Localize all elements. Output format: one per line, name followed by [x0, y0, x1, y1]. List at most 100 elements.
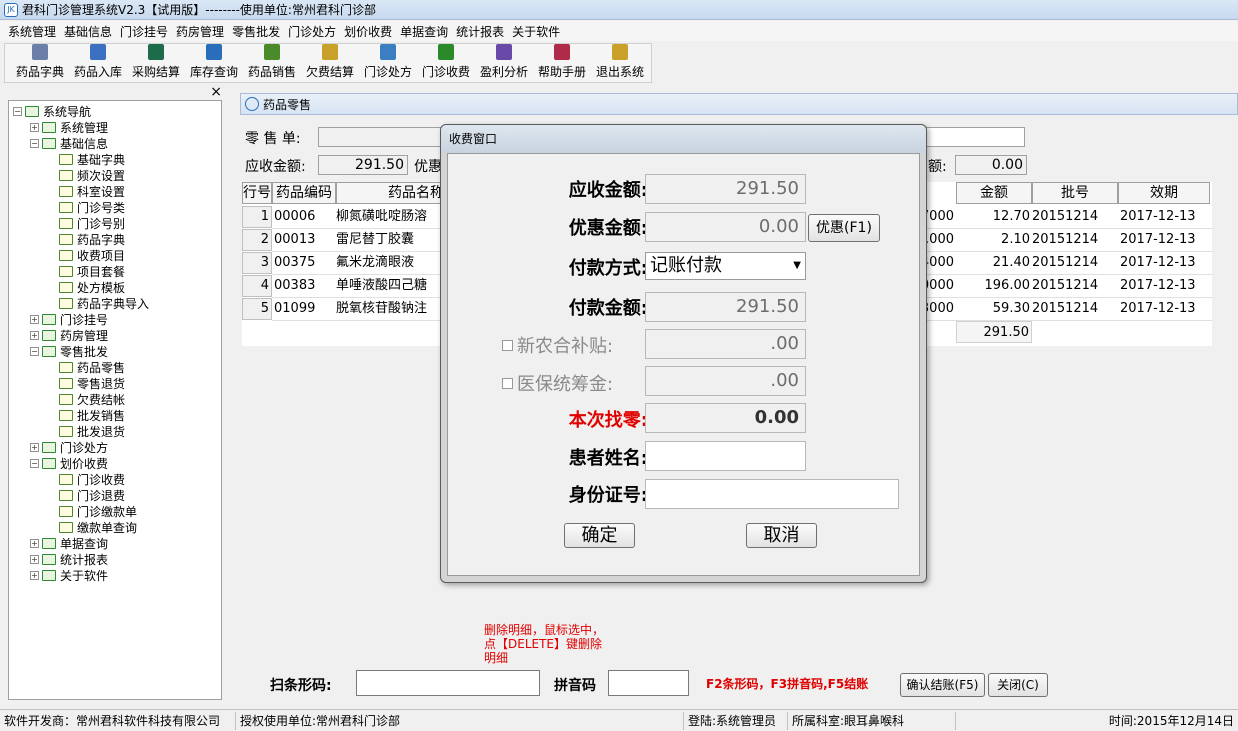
- dlg-patient-name-input[interactable]: [645, 441, 806, 471]
- grid-cell-amount[interactable]: 12.70: [956, 206, 1030, 228]
- nav-item[interactable]: + 系统管理: [9, 119, 221, 135]
- collapse-icon[interactable]: −: [30, 346, 39, 356]
- nav-item[interactable]: − 基础信息: [9, 135, 221, 151]
- grid-cell-code[interactable]: 00383: [274, 275, 334, 297]
- nav-item[interactable]: + 门诊处方: [9, 439, 221, 455]
- toolbar-button-5[interactable]: 欠费结算: [301, 44, 359, 82]
- grid-row-number[interactable]: 2: [242, 229, 272, 251]
- grid-header[interactable]: 效期: [1118, 182, 1210, 204]
- grid-cell-name[interactable]: 单唾液酸四己糖: [336, 275, 446, 297]
- grid-cell-expiry[interactable]: 2017-12-13: [1120, 229, 1210, 251]
- nav-item[interactable]: 门诊缴款单: [9, 503, 221, 519]
- nav-item[interactable]: 门诊号类: [9, 199, 221, 215]
- grid-row-number[interactable]: 4: [242, 275, 272, 297]
- toolbar-button-7[interactable]: 门诊收费: [417, 44, 475, 82]
- expand-icon[interactable]: +: [30, 314, 39, 324]
- sale-number-field[interactable]: [318, 127, 443, 147]
- expand-icon[interactable]: +: [30, 538, 39, 548]
- grid-row-number[interactable]: 5: [242, 298, 272, 320]
- toolbar-button-3[interactable]: 库存查询: [185, 44, 243, 82]
- nav-item[interactable]: 零售退货: [9, 375, 221, 391]
- nav-item[interactable]: 门诊收费: [9, 471, 221, 487]
- menu-item-7[interactable]: 单据查询: [396, 23, 452, 40]
- grid-cell-expiry[interactable]: 2017-12-13: [1120, 206, 1210, 228]
- nav-item[interactable]: 药品零售: [9, 359, 221, 375]
- grid-cell-batch[interactable]: 20151214: [1032, 206, 1118, 228]
- toolbar-button-1[interactable]: 药品入库: [69, 44, 127, 82]
- nav-item[interactable]: 欠费结帐: [9, 391, 221, 407]
- expand-icon[interactable]: +: [30, 442, 39, 452]
- menu-item-5[interactable]: 门诊处方: [284, 23, 340, 40]
- dlg-cancel-button[interactable]: 取消: [746, 523, 817, 548]
- toolbar-button-8[interactable]: 盈利分析: [475, 44, 533, 82]
- nav-item[interactable]: 缴款单查询: [9, 519, 221, 535]
- collapse-icon[interactable]: −: [30, 138, 39, 148]
- toolbar-button-2[interactable]: 采购结算: [127, 44, 185, 82]
- toolbar-button-4[interactable]: 药品销售: [243, 44, 301, 82]
- dlg-ok-button[interactable]: 确定: [564, 523, 635, 548]
- nav-item[interactable]: 项目套餐: [9, 263, 221, 279]
- expand-icon[interactable]: +: [30, 554, 39, 564]
- barcode-input[interactable]: [356, 670, 540, 696]
- nav-item[interactable]: 批发退货: [9, 423, 221, 439]
- menu-item-0[interactable]: 系统管理: [4, 23, 60, 40]
- nav-item[interactable]: − 系统导航: [9, 103, 221, 119]
- grid-cell-expiry[interactable]: 2017-12-13: [1120, 298, 1210, 320]
- grid-cell-expiry[interactable]: 2017-12-13: [1120, 275, 1210, 297]
- grid-cell-name[interactable]: 脱氧核苷酸钠注: [336, 298, 446, 320]
- document-tab[interactable]: 药品零售: [240, 93, 1238, 115]
- nav-item[interactable]: + 门诊挂号: [9, 311, 221, 327]
- nav-item[interactable]: 处方模板: [9, 279, 221, 295]
- grid-cell-amount[interactable]: 196.00: [956, 275, 1031, 297]
- grid-cell-amount[interactable]: 21.40: [956, 252, 1030, 274]
- nav-item[interactable]: − 零售批发: [9, 343, 221, 359]
- nav-item[interactable]: 门诊号别: [9, 215, 221, 231]
- grid-cell-batch[interactable]: 20151214: [1032, 252, 1118, 274]
- grid-cell-batch[interactable]: 20151214: [1032, 229, 1118, 251]
- grid-cell-batch[interactable]: 20151214: [1032, 275, 1118, 297]
- nav-item[interactable]: 门诊退费: [9, 487, 221, 503]
- grid-row-number[interactable]: 1: [242, 206, 272, 228]
- toolbar-button-9[interactable]: 帮助手册: [533, 44, 591, 82]
- expand-icon[interactable]: +: [30, 570, 39, 580]
- nav-close-icon[interactable]: ×: [210, 84, 222, 100]
- menu-item-4[interactable]: 零售批发: [228, 23, 284, 40]
- nav-item[interactable]: 药品字典导入: [9, 295, 221, 311]
- expand-icon[interactable]: +: [30, 122, 39, 132]
- nav-item[interactable]: + 药房管理: [9, 327, 221, 343]
- grid-row-number[interactable]: 3: [242, 252, 272, 274]
- dlg-insurance-checkbox[interactable]: 医保统筹金:: [502, 370, 613, 396]
- nav-item[interactable]: 药品字典: [9, 231, 221, 247]
- grid-header[interactable]: 药品编码: [272, 182, 336, 204]
- menu-item-2[interactable]: 门诊挂号: [116, 23, 172, 40]
- nav-item[interactable]: 基础字典: [9, 151, 221, 167]
- menu-item-6[interactable]: 划价收费: [340, 23, 396, 40]
- menu-item-3[interactable]: 药房管理: [172, 23, 228, 40]
- nav-item[interactable]: + 关于软件: [9, 567, 221, 583]
- grid-cell-code[interactable]: 00013: [274, 229, 334, 251]
- dlg-ncms-checkbox[interactable]: 新农合补贴:: [502, 332, 613, 358]
- grid-cell-code[interactable]: 00006: [274, 206, 334, 228]
- grid-cell-amount[interactable]: 59.30: [956, 298, 1030, 320]
- nav-item[interactable]: + 统计报表: [9, 551, 221, 567]
- toolbar-button-6[interactable]: 门诊处方: [359, 44, 417, 82]
- expand-icon[interactable]: +: [30, 330, 39, 340]
- nav-item[interactable]: 频次设置: [9, 167, 221, 183]
- nav-item[interactable]: − 划价收费: [9, 455, 221, 471]
- sale-right-field[interactable]: [925, 127, 1025, 147]
- dlg-discount-button[interactable]: 优惠(F1): [808, 214, 880, 242]
- grid-cell-amount[interactable]: 2.10: [956, 229, 1030, 251]
- confirm-checkout-button[interactable]: 确认结账(F5): [900, 673, 985, 697]
- grid-cell-code[interactable]: 00375: [274, 252, 334, 274]
- collapse-icon[interactable]: −: [30, 458, 39, 468]
- dlg-payment-method-select[interactable]: 记账付款 ▼: [645, 252, 806, 280]
- dlg-id-input[interactable]: [645, 479, 899, 509]
- nav-item[interactable]: 批发销售: [9, 407, 221, 423]
- grid-cell-name[interactable]: 氟米龙滴眼液: [336, 252, 446, 274]
- grid-cell-name[interactable]: 雷尼替丁胶囊: [336, 229, 446, 251]
- menu-item-8[interactable]: 统计报表: [452, 23, 508, 40]
- menu-item-1[interactable]: 基础信息: [60, 23, 116, 40]
- collapse-icon[interactable]: −: [13, 106, 22, 116]
- grid-header[interactable]: 行号: [242, 182, 272, 204]
- nav-item[interactable]: + 单据查询: [9, 535, 221, 551]
